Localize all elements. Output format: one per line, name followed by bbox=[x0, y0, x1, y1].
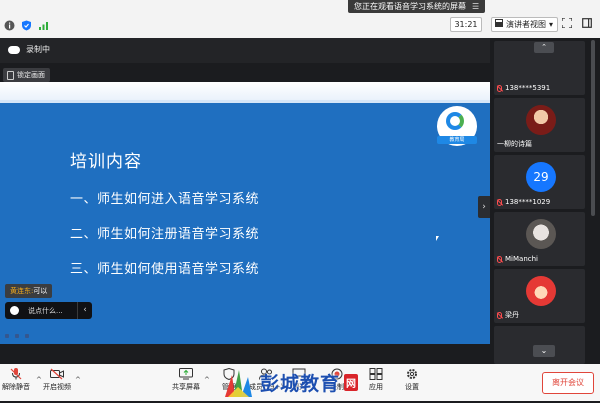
participant-list: 138****5391 一柳的诗篇 29 138****1029 MiManch… bbox=[490, 38, 600, 364]
chat-message: 可以 bbox=[33, 287, 48, 295]
slide-item: 一、师生如何进入语音学习系统 bbox=[70, 192, 260, 207]
unmute-button[interactable]: 解除静音 bbox=[2, 368, 30, 392]
participant-name: 138****5391 bbox=[505, 84, 551, 92]
apps-icon bbox=[369, 368, 383, 380]
cloud-record-icon bbox=[8, 46, 20, 54]
apps-label: 应用 bbox=[369, 383, 383, 391]
participant-avatar bbox=[526, 105, 556, 135]
chat-placeholder: 说点什么... bbox=[28, 306, 63, 315]
unmute-label: 解除静音 bbox=[2, 383, 30, 391]
participant-avatar bbox=[526, 219, 556, 249]
participant-name: 一柳的诗篇 bbox=[497, 140, 532, 148]
sidebar-toggle-icon[interactable] bbox=[582, 18, 592, 31]
fullscreen-icon[interactable] bbox=[561, 17, 573, 31]
logo-mark-icon bbox=[446, 112, 464, 130]
participant-name: MiManchi bbox=[505, 255, 538, 263]
banner-text: 您正在观看语音学习系统的屏幕 bbox=[354, 2, 466, 11]
participant-name: 梁丹 bbox=[505, 311, 519, 319]
education-logo: 教育局 bbox=[437, 106, 477, 146]
mouse-cursor bbox=[436, 236, 439, 241]
recording-status: 录制中 bbox=[26, 45, 50, 54]
shield-icon[interactable] bbox=[21, 16, 32, 31]
mic-off-icon bbox=[497, 311, 502, 319]
slide-header-band bbox=[0, 82, 490, 100]
video-off-icon bbox=[50, 368, 64, 380]
chat-sender: 黄连东: bbox=[10, 287, 34, 295]
chevron-up-icon[interactable]: ^ bbox=[204, 376, 210, 384]
watermark-badge: 网 bbox=[344, 374, 359, 391]
watermark-logo-icon bbox=[222, 367, 256, 399]
chevron-down-icon: ▾ bbox=[549, 20, 554, 29]
slide-header-stripe bbox=[0, 100, 490, 103]
chevron-left-icon[interactable]: ‹ bbox=[77, 302, 92, 319]
expand-panel-button[interactable]: › bbox=[478, 196, 490, 218]
participant-avatar: 29 bbox=[526, 162, 556, 192]
pin-icon bbox=[7, 70, 14, 80]
participant-name-row: 138****1029 bbox=[497, 198, 550, 206]
chat-bubble: 黄连东:可以 bbox=[5, 284, 53, 298]
participant-tile[interactable]: 梁丹 bbox=[494, 269, 585, 323]
scrollbar-thumb[interactable] bbox=[591, 40, 595, 216]
chevron-up-icon[interactable]: ^ bbox=[75, 376, 81, 384]
scroll-down-button[interactable]: ⌄ bbox=[533, 345, 555, 357]
dot-icon bbox=[15, 334, 19, 338]
share-screen-icon bbox=[179, 368, 193, 380]
participant-avatar bbox=[526, 276, 556, 306]
mic-off-icon bbox=[497, 84, 502, 92]
meeting-timer: 31:21 bbox=[450, 17, 482, 32]
chevron-up-icon[interactable]: ^ bbox=[36, 376, 42, 384]
participant-name-row: MiManchi bbox=[497, 255, 538, 263]
leave-meeting-button[interactable]: 离开会议 bbox=[542, 372, 594, 394]
participant-scrollbar[interactable] bbox=[590, 38, 596, 364]
window-top-bar: 您正在观看语音学习系统的屏幕 ☰ 31:21 演讲者视图 ▾ bbox=[0, 0, 600, 38]
logo-text: 教育局 bbox=[437, 136, 477, 144]
view-mode-button[interactable]: 演讲者视图 ▾ bbox=[491, 17, 559, 32]
slide-item: 二、师生如何注册语音学习系统 bbox=[70, 227, 260, 242]
start-video-button[interactable]: 开启视频 bbox=[43, 368, 71, 392]
screen-share-banner: 您正在观看语音学习系统的屏幕 ☰ bbox=[348, 0, 486, 13]
grid-view-icon bbox=[495, 18, 503, 31]
mic-off-icon bbox=[497, 255, 502, 263]
participant-name-row: 梁丹 bbox=[497, 310, 519, 320]
gear-icon bbox=[405, 368, 419, 380]
watermark-text: 彭城教育 bbox=[260, 373, 341, 395]
dot-icon bbox=[25, 334, 29, 338]
info-icon[interactable] bbox=[4, 16, 15, 31]
participant-name-row: 138****5391 bbox=[497, 84, 550, 92]
chat-input[interactable]: 说点什么... ‹ bbox=[5, 302, 92, 319]
settings-label: 设置 bbox=[405, 383, 419, 391]
share-screen-label: 共享屏幕 bbox=[172, 383, 200, 391]
menu-icon[interactable]: ☰ bbox=[472, 2, 479, 11]
chat-decor bbox=[5, 334, 29, 338]
settings-button[interactable]: 设置 bbox=[405, 368, 419, 392]
lock-view-label: 锁定画面 bbox=[17, 71, 45, 79]
site-watermark: 彭城教育 网 bbox=[222, 364, 359, 401]
start-video-label: 开启视频 bbox=[43, 383, 71, 391]
share-screen-button[interactable]: 共享屏幕 bbox=[172, 368, 200, 392]
mic-off-icon bbox=[497, 198, 502, 206]
participant-tile[interactable]: 一柳的诗篇 bbox=[494, 98, 585, 152]
dot-icon bbox=[5, 334, 9, 338]
slide-item: 三、师生如何使用语音学习系统 bbox=[70, 262, 260, 277]
slide-title: 培训内容 bbox=[70, 152, 142, 172]
recording-bar: 录制中 bbox=[0, 38, 490, 63]
scroll-up-button[interactable]: ⌃ bbox=[534, 42, 554, 53]
emoji-icon[interactable] bbox=[10, 306, 19, 315]
participant-tile[interactable]: 29 138****1029 bbox=[494, 155, 585, 209]
mic-off-icon bbox=[9, 368, 23, 380]
lock-view-button[interactable]: 锁定画面 bbox=[3, 68, 50, 82]
signal-strength-icon bbox=[38, 16, 49, 30]
apps-button[interactable]: 应用 bbox=[369, 368, 383, 392]
participant-name: 138****1029 bbox=[505, 198, 551, 206]
view-mode-label: 演讲者视图 bbox=[506, 20, 546, 29]
status-icons bbox=[4, 16, 49, 31]
participant-name-row: 一柳的诗篇 bbox=[497, 139, 532, 149]
participant-tile[interactable]: MiManchi bbox=[494, 212, 585, 266]
